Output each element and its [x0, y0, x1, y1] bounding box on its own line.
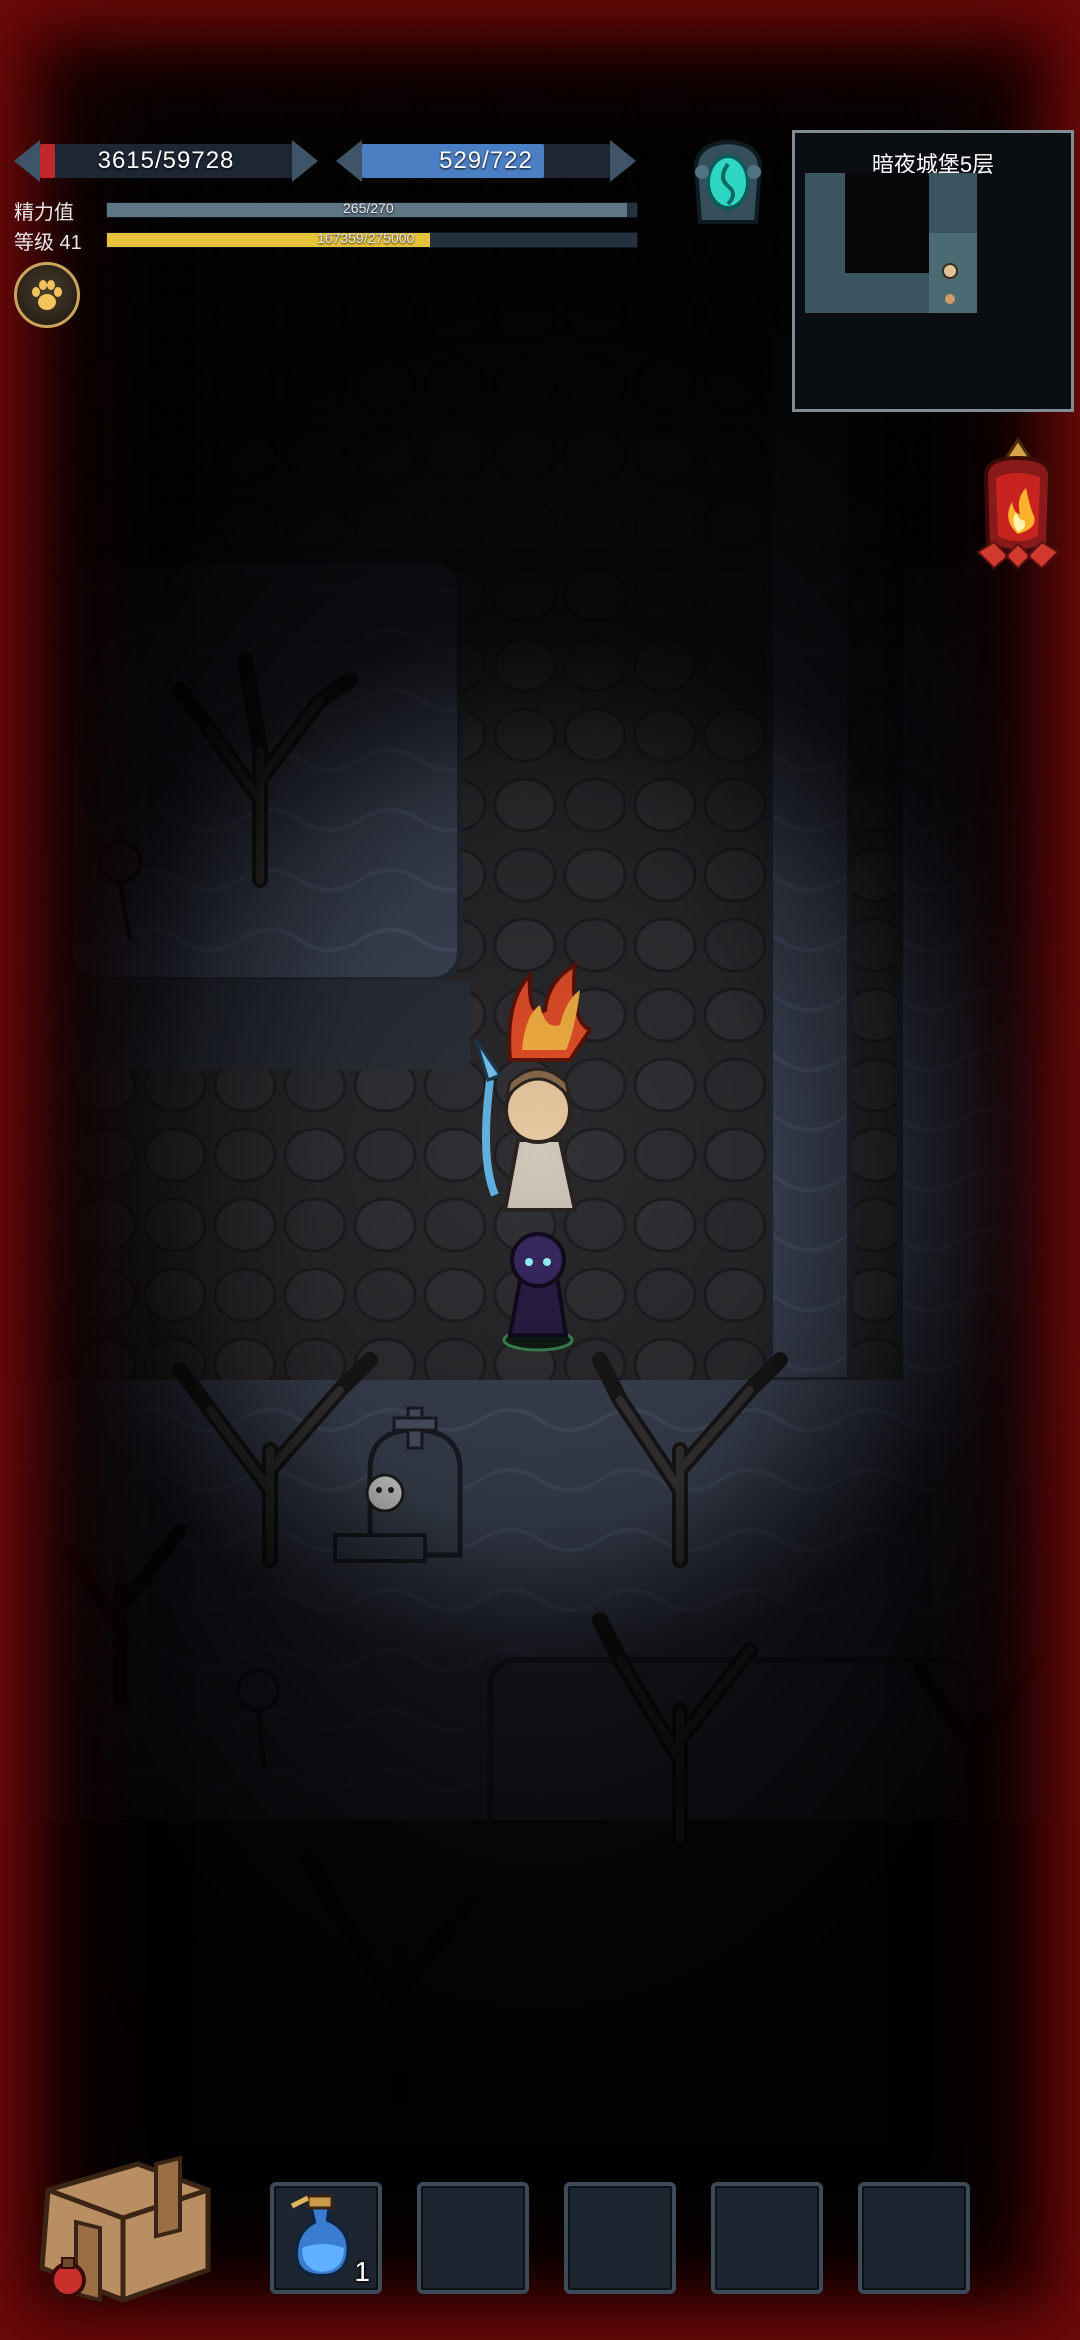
level-label: 等级 41 [14, 232, 82, 254]
hp-bar: 3615/59728 [14, 140, 318, 182]
mp-bar: 529/722 [336, 140, 636, 182]
inventory-slot-5[interactable] [858, 2182, 970, 2294]
exp-bar: 167359/275000 [106, 230, 638, 248]
backpack-icon [39, 2155, 211, 2303]
energy-text: 265/270 [343, 200, 394, 216]
energy-label: 精力值 [14, 202, 74, 224]
energy-bar: 265/270 [106, 200, 638, 218]
fire-lantern-icon[interactable] [972, 436, 1064, 572]
inventory-slot-3[interactable] [564, 2182, 676, 2294]
inventory-slot-4[interactable] [711, 2182, 823, 2294]
inventory-slot-2[interactable] [417, 2182, 529, 2294]
backpack-button[interactable] [28, 2140, 218, 2310]
slot-1-count: 1 [354, 2256, 370, 2287]
hp-text: 3615/59728 [97, 147, 235, 174]
portal-icon[interactable] [688, 138, 768, 226]
hp-fill [40, 144, 56, 178]
exp-text: 167359/275000 [317, 230, 415, 246]
pet-button[interactable] [14, 262, 80, 328]
minimap-player-marker [942, 263, 958, 279]
inventory-slot-1[interactable]: 1 [270, 2182, 382, 2294]
mp-text: 529/722 [439, 147, 533, 174]
paw-icon [32, 280, 62, 310]
minimap-rooms [805, 173, 977, 313]
minimap[interactable]: 暗夜城堡5层 [792, 130, 1074, 412]
